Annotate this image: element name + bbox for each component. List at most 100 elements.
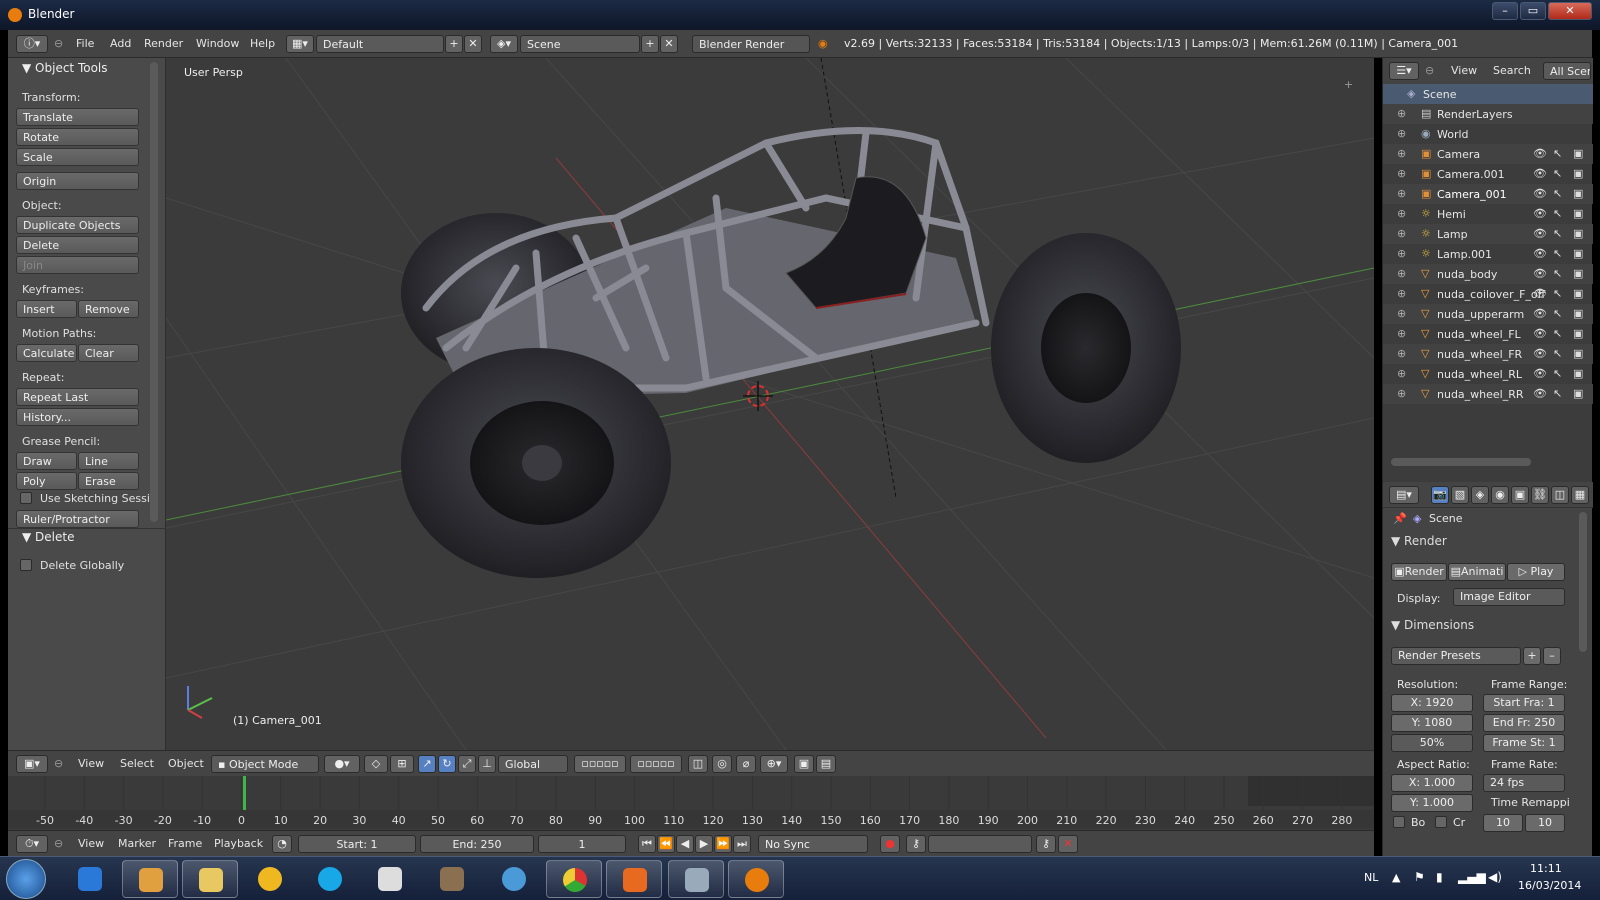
menu-view[interactable]: View xyxy=(78,837,104,850)
expand-icon[interactable]: ⊕ xyxy=(1397,107,1406,120)
insert-keyframe-icon[interactable]: ⚷ xyxy=(1036,835,1056,853)
layers-tab-icon[interactable]: ▧ xyxy=(1451,486,1469,504)
add-preset-button[interactable]: + xyxy=(1523,647,1541,665)
3d-viewport[interactable]: User Persp (1) Camera_001 + xyxy=(166,58,1374,750)
menu-playback[interactable]: Playback xyxy=(214,837,263,850)
data-tab-icon[interactable]: ◫ xyxy=(1551,486,1569,504)
menu-search[interactable]: Search xyxy=(1493,64,1531,77)
document-icon[interactable] xyxy=(362,860,418,898)
poly-button[interactable]: Poly xyxy=(16,472,77,490)
render-still-icon[interactable]: ▣ xyxy=(794,755,814,773)
start-frame-field[interactable]: Start Fra: 1 xyxy=(1483,694,1565,712)
object-tab-icon[interactable]: ▣ xyxy=(1511,486,1529,504)
render-presets-select[interactable]: Render Presets xyxy=(1391,647,1521,665)
current-frame-field[interactable]: 1 xyxy=(538,835,626,853)
expand-icon[interactable]: ⊕ xyxy=(1397,247,1406,260)
language-indicator[interactable]: NL xyxy=(1364,871,1378,884)
expand-icon[interactable]: ⊕ xyxy=(1397,147,1406,160)
cursor-icon[interactable]: ↖ xyxy=(1553,227,1562,240)
expand-icon[interactable]: ⊕ xyxy=(1397,127,1406,140)
outliner-item[interactable]: ⊕ ▣ Camera.001 👁 ↖ ▣ xyxy=(1383,164,1593,184)
resolution-x-field[interactable]: X: 1920 xyxy=(1391,694,1473,712)
eye-icon[interactable]: 👁 xyxy=(1533,207,1547,220)
scene-field[interactable]: Scene xyxy=(520,35,640,53)
editor-type-3d-button[interactable]: ▣▾ xyxy=(16,755,48,773)
menu-add[interactable]: Add xyxy=(110,37,131,50)
cursor-icon[interactable]: ↖ xyxy=(1553,287,1562,300)
rotate-manipulator-icon[interactable]: ↻ xyxy=(438,755,456,773)
outliner-item[interactable]: ⊕ ▽ nuda_coilover_F_off 👁 ↖ ▣ xyxy=(1383,284,1593,304)
menu-file[interactable]: File xyxy=(76,37,94,50)
eye-icon[interactable]: 👁 xyxy=(1533,227,1547,240)
render-icon[interactable]: ▣ xyxy=(1573,387,1583,400)
editor-type-info-button[interactable]: ⓘ▾ xyxy=(16,35,48,53)
globe-icon[interactable] xyxy=(486,860,542,898)
keying-set-icon[interactable]: ⚷ xyxy=(906,835,926,853)
blender-taskbar-icon[interactable] xyxy=(728,860,784,898)
play-button[interactable]: ▷ Play xyxy=(1507,563,1565,581)
world-tab-icon[interactable]: ◉ xyxy=(1491,486,1509,504)
expand-icon[interactable]: ⊕ xyxy=(1397,227,1406,240)
manipulator-toggle[interactable]: ⊞ xyxy=(390,755,414,773)
cursor-icon[interactable]: ↖ xyxy=(1553,247,1562,260)
clear-button[interactable]: Clear xyxy=(78,344,139,362)
collapse-menu-icon[interactable]: ⊖ xyxy=(1425,64,1434,77)
pin-icon[interactable]: 📌 xyxy=(1393,512,1407,525)
jump-keyframe-forward-icon[interactable]: ⏩ xyxy=(714,835,732,853)
keying-set-field[interactable] xyxy=(928,835,1032,853)
outliner-item[interactable]: ⊕ ▽ nuda_wheel_RR 👁 ↖ ▣ xyxy=(1383,384,1593,404)
eye-icon[interactable]: 👁 xyxy=(1533,187,1547,200)
remap-new-field[interactable]: 10 xyxy=(1525,814,1565,832)
render-icon[interactable]: ▣ xyxy=(1573,307,1583,320)
action-center-icon[interactable]: ⚑ xyxy=(1414,870,1425,884)
layers-1-button[interactable]: ▫▫▫▫▫ xyxy=(574,755,626,773)
texture-tab-icon[interactable]: ▦ xyxy=(1571,486,1589,504)
paint-icon[interactable] xyxy=(668,860,724,898)
add-layout-button[interactable]: + xyxy=(445,35,463,53)
remove-keyframe-button[interactable]: Remove xyxy=(78,300,139,318)
eye-icon[interactable]: 👁 xyxy=(1533,347,1547,360)
editor-type-properties-button[interactable]: ▤▾ xyxy=(1389,486,1419,504)
menu-marker[interactable]: Marker xyxy=(118,837,156,850)
outliner-item[interactable]: ⊕ ☼ Lamp 👁 ↖ ▣ xyxy=(1383,224,1593,244)
render-icon[interactable]: ▣ xyxy=(1573,207,1583,220)
duplicate-objects-button[interactable]: Duplicate Objects xyxy=(16,216,139,234)
expand-icon[interactable]: ⊕ xyxy=(1397,187,1406,200)
ruler-protractor-button[interactable]: Ruler/Protractor xyxy=(16,510,139,528)
eye-icon[interactable]: 👁 xyxy=(1533,367,1547,380)
v-app-icon[interactable] xyxy=(242,860,298,898)
object-tools-header[interactable]: ▼ Object Tools xyxy=(22,61,108,75)
line-button[interactable]: Line xyxy=(78,452,139,470)
expand-icon[interactable]: ⊕ xyxy=(1397,367,1406,380)
play-icon[interactable]: ▶ xyxy=(695,835,713,853)
screen-layout-field[interactable]: Default xyxy=(316,35,444,53)
render-icon[interactable]: ▣ xyxy=(1573,147,1583,160)
outliner-item[interactable]: ⊕ ▤ RenderLayers xyxy=(1383,104,1593,124)
menu-window[interactable]: Window xyxy=(196,37,239,50)
sketching-checkbox[interactable] xyxy=(20,492,32,504)
battery-icon[interactable]: ▮ xyxy=(1436,870,1443,884)
eye-icon[interactable]: 👁 xyxy=(1533,247,1547,260)
cursor-icon[interactable]: ↖ xyxy=(1553,387,1562,400)
menu-view[interactable]: View xyxy=(78,757,104,770)
scale-button[interactable]: Scale xyxy=(16,148,139,166)
mode-select[interactable]: ▪ Object Mode xyxy=(211,755,319,773)
cursor-icon[interactable]: ↖ xyxy=(1553,327,1562,340)
delete-button[interactable]: Delete xyxy=(16,236,139,254)
snap-element-icon[interactable]: ⊕▾ xyxy=(760,755,788,773)
outliner-scrollbar[interactable] xyxy=(1391,458,1531,466)
snap-icon[interactable]: ⌀ xyxy=(736,755,756,773)
calculate-button[interactable]: Calculate xyxy=(16,344,77,362)
media-player-icon[interactable] xyxy=(122,860,178,898)
collapse-menu-icon[interactable]: ⊖ xyxy=(54,757,63,770)
record-icon[interactable]: ● xyxy=(880,835,900,853)
outliner-item[interactable]: ⊕ ▽ nuda_wheel_FR 👁 ↖ ▣ xyxy=(1383,344,1593,364)
end-frame-field[interactable]: End Fr: 250 xyxy=(1483,714,1565,732)
translate-button[interactable]: Translate xyxy=(16,108,139,126)
render-button[interactable]: ▣Render xyxy=(1391,563,1447,581)
resolution-y-field[interactable]: Y: 1080 xyxy=(1391,714,1473,732)
delete-keyframe-icon[interactable]: ✕ xyxy=(1058,835,1078,853)
eye-icon[interactable]: 👁 xyxy=(1533,307,1547,320)
scene-icon[interactable]: ◈▾ xyxy=(490,35,518,53)
delete-section-header[interactable]: ▼ Delete xyxy=(22,530,74,544)
